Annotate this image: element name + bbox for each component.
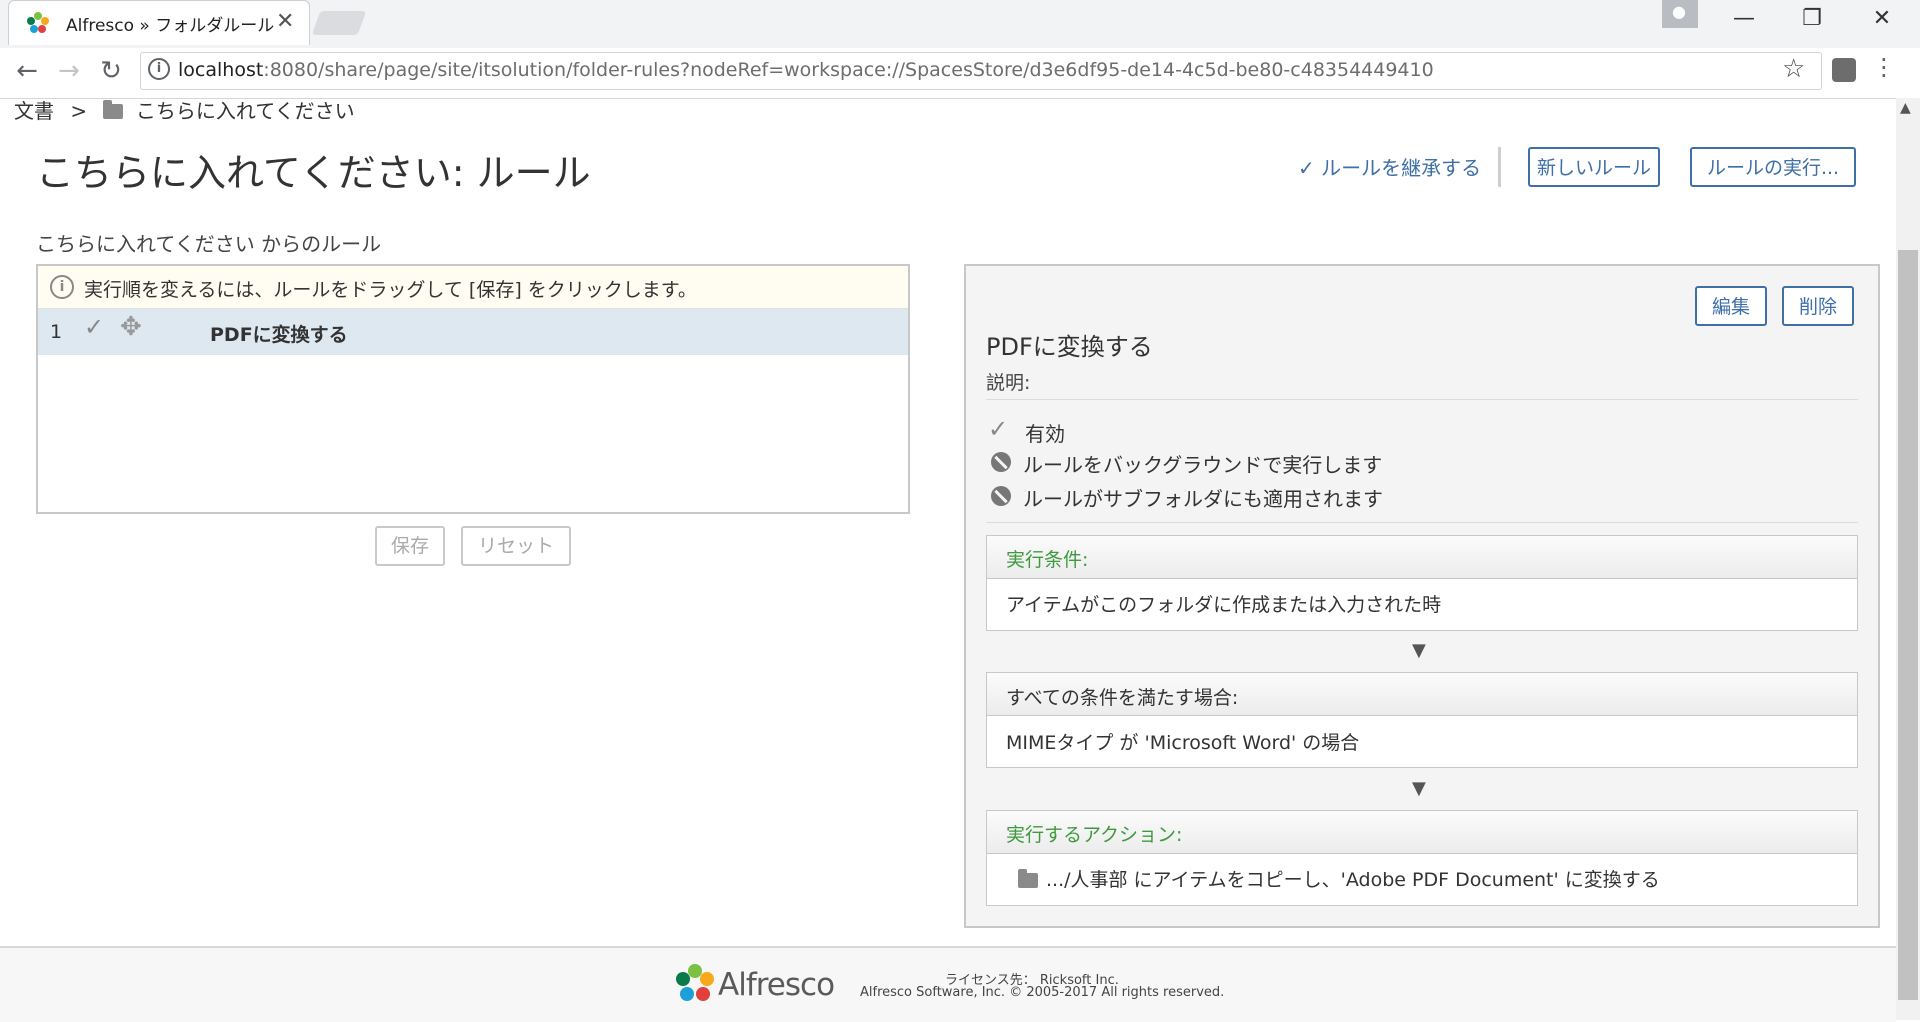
divider	[1498, 147, 1501, 187]
description-label: 説明:	[986, 372, 1031, 394]
divider	[986, 399, 1858, 400]
new-tab-button[interactable]	[311, 11, 367, 35]
actions-section-title: 実行するアクション:	[1006, 824, 1183, 846]
delete-button[interactable]: 削除	[1782, 286, 1854, 326]
url-path: :8080/share/page/site/itsolution/folder-…	[263, 59, 1434, 81]
rule-index: 1	[50, 321, 63, 343]
scroll-up-icon[interactable]: ▲	[1900, 100, 1911, 116]
reload-button[interactable]: ↻	[94, 56, 128, 86]
drag-handle-icon[interactable]: ✥	[120, 312, 142, 342]
folder-icon	[1018, 869, 1038, 888]
rule-enabled-check-icon: ✓	[84, 313, 105, 341]
disabled-icon	[991, 452, 1011, 472]
reorder-hint-text: 実行順を変えるには、ルールをドラッグして [保存] をクリックします。	[84, 279, 697, 301]
site-info-icon[interactable]: i	[148, 58, 170, 80]
folder-icon	[103, 100, 124, 119]
rules-source-heading: こちらに入れてください からのルール	[36, 232, 382, 256]
tab-close-icon[interactable]: ✕	[276, 9, 294, 34]
reset-button[interactable]: リセット	[461, 526, 571, 566]
person-icon: ●	[1672, 2, 1686, 21]
info-icon: i	[50, 275, 74, 299]
flag-run-in-background: ルールをバックグラウンドで実行します	[1023, 453, 1383, 477]
breadcrumb-root-link[interactable]: 文書	[14, 99, 54, 123]
rule-detail-title: PDFに変換する	[986, 333, 1153, 361]
flow-arrow-icon: ▼	[1412, 778, 1426, 799]
check-icon: ✓	[1298, 156, 1315, 180]
extension-icon[interactable]	[1832, 58, 1856, 82]
url-text[interactable]: localhost:8080/share/page/site/itsolutio…	[178, 59, 1434, 81]
browser-menu-icon[interactable]: · · ·	[1880, 48, 1888, 88]
run-rules-button[interactable]: ルールの実行...	[1690, 147, 1856, 187]
scrollbar-thumb[interactable]	[1898, 250, 1918, 1000]
inherit-rules-label: ルールを継承する	[1321, 156, 1482, 180]
flow-arrow-icon: ▼	[1412, 640, 1426, 661]
breadcrumb-separator: >	[70, 99, 88, 123]
divider	[986, 522, 1858, 523]
back-button[interactable]: ←	[10, 56, 44, 86]
when-section-title: 実行条件:	[1006, 549, 1089, 571]
actions-section-value: .../人事部 にアイテムをコピーし、'Adobe PDF Document' …	[1046, 869, 1660, 891]
minimize-button[interactable]: —	[1724, 6, 1764, 31]
alfresco-favicon-icon	[27, 12, 49, 33]
when-section-value: アイテムがこのフォルダに作成または入力された時	[1006, 594, 1442, 616]
breadcrumb-current: こちらに入れてください	[135, 99, 355, 123]
flag-apply-to-subfolders: ルールがサブフォルダにも適用されます	[1023, 487, 1383, 511]
disabled-icon	[991, 486, 1011, 506]
rule-name[interactable]: PDFに変換する	[210, 320, 348, 347]
tab-title: Alfresco » フォルダルール	[66, 16, 275, 36]
forward-button[interactable]: →	[52, 56, 86, 86]
save-button[interactable]: 保存	[375, 526, 445, 566]
enabled-check-icon: ✓	[988, 415, 1009, 443]
url-host: localhost	[178, 59, 264, 81]
new-rule-button[interactable]: 新しいルール	[1528, 147, 1660, 187]
when-section-header	[986, 535, 1858, 579]
footer-copyright: Alfresco Software, Inc. © 2005-2017 All …	[860, 985, 1225, 1000]
inherit-rules-toggle[interactable]: ✓ ルールを継承する	[1298, 152, 1481, 181]
bookmark-star-icon[interactable]: ☆	[1782, 54, 1805, 84]
close-window-button[interactable]: ✕	[1862, 6, 1902, 31]
edit-button[interactable]: 編集	[1695, 286, 1767, 326]
page-title: こちらに入れてください: ルール	[36, 151, 591, 195]
alfresco-logo-icon	[676, 964, 714, 1001]
conditions-section-title: すべての条件を満たす場合:	[1006, 687, 1239, 709]
conditions-section-value: MIMEタイプ が 'Microsoft Word' の場合	[1006, 732, 1360, 754]
restore-button[interactable]: ❐	[1792, 6, 1832, 31]
breadcrumb: 文書 > こちらに入れてください	[14, 95, 355, 124]
footer-brand: Alfresco	[718, 967, 835, 1003]
rule-list-item[interactable]	[38, 309, 908, 355]
flag-enabled: 有効	[1025, 422, 1065, 446]
